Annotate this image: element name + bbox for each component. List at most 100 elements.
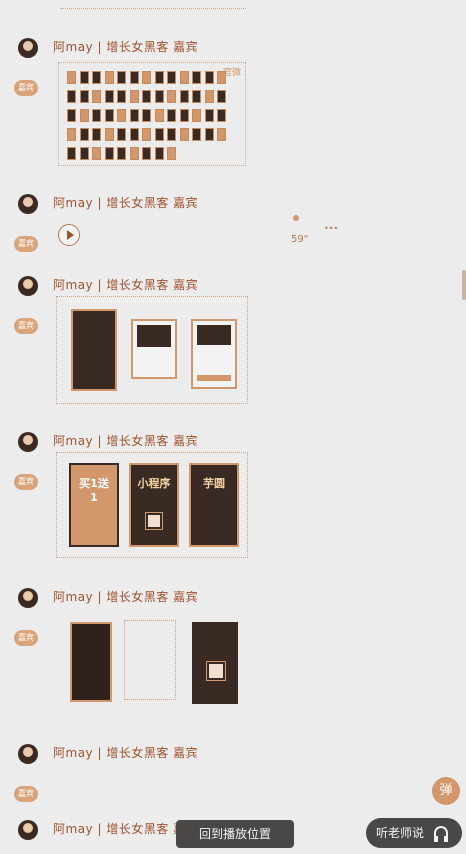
grid-thumbnail[interactable] bbox=[192, 128, 201, 141]
grid-thumbnail[interactable] bbox=[142, 147, 151, 160]
grid-thumbnail[interactable] bbox=[104, 71, 114, 84]
author-name: 阿may | 增长女黑客 嘉宾 bbox=[53, 434, 199, 448]
grid-thumbnail[interactable] bbox=[204, 109, 214, 122]
listen-teacher-button[interactable]: 听老师说 bbox=[366, 818, 462, 848]
grid-thumbnail[interactable] bbox=[129, 90, 139, 103]
grid-thumbnail[interactable] bbox=[167, 109, 176, 122]
image-placeholder[interactable] bbox=[124, 620, 176, 700]
grid-thumbnail[interactable] bbox=[67, 109, 76, 122]
grid-thumbnail[interactable] bbox=[192, 109, 201, 122]
image-thumb[interactable] bbox=[71, 309, 117, 391]
grid-thumbnail[interactable] bbox=[117, 90, 126, 103]
grid-thumbnail[interactable] bbox=[129, 147, 139, 160]
grid-thumbnail[interactable] bbox=[92, 147, 101, 160]
grid-thumbnail[interactable] bbox=[92, 109, 101, 122]
author-name: 阿may | 增长女黑客 嘉宾 bbox=[53, 196, 199, 210]
grid-thumbnail[interactable] bbox=[117, 109, 126, 122]
grid-thumbnail[interactable] bbox=[142, 128, 151, 141]
author-name: 阿may | 增长女黑客 嘉宾 bbox=[53, 590, 199, 604]
avatar[interactable] bbox=[18, 820, 38, 840]
avatar[interactable] bbox=[18, 276, 38, 296]
poster-image[interactable] bbox=[70, 622, 112, 702]
grid-thumbnail[interactable] bbox=[67, 71, 76, 84]
guest-badge: 嘉宾 bbox=[14, 318, 38, 334]
author-name: 阿may | 增长女黑客 嘉宾 bbox=[53, 278, 199, 292]
image-message[interactable] bbox=[56, 296, 248, 404]
scroll-handle[interactable] bbox=[462, 270, 466, 300]
grid-thumbnail[interactable] bbox=[167, 128, 176, 141]
poster-image[interactable] bbox=[192, 622, 238, 704]
grid-thumbnail[interactable] bbox=[92, 71, 101, 84]
grid-thumbnail[interactable] bbox=[167, 71, 176, 84]
poster-image[interactable]: 小程序 bbox=[129, 463, 179, 547]
avatar[interactable] bbox=[18, 744, 38, 764]
image-thumb[interactable] bbox=[131, 319, 177, 379]
back-to-play-button[interactable]: 回到播放位置 bbox=[176, 820, 294, 848]
grid-thumbnail[interactable] bbox=[67, 128, 76, 141]
image-message[interactable]: 买1送1 小程序 芋圆 bbox=[56, 452, 248, 558]
grid-thumbnail[interactable] bbox=[179, 128, 189, 141]
grid-thumbnail[interactable] bbox=[204, 128, 214, 141]
grid-thumbnail[interactable] bbox=[217, 128, 226, 141]
grid-thumbnail[interactable] bbox=[104, 147, 114, 160]
grid-thumbnail[interactable] bbox=[179, 109, 189, 122]
grid-thumbnail[interactable] bbox=[142, 109, 151, 122]
grid-thumbnail[interactable] bbox=[117, 147, 126, 160]
avatar[interactable] bbox=[18, 432, 38, 452]
grid-thumbnail[interactable] bbox=[204, 71, 214, 84]
grid-thumbnail[interactable] bbox=[79, 71, 89, 84]
grid-thumbnail[interactable] bbox=[154, 147, 164, 160]
more-icon[interactable]: ••• bbox=[324, 224, 338, 233]
grid-thumbnail[interactable] bbox=[217, 90, 226, 103]
image-thumb[interactable] bbox=[191, 319, 237, 389]
grid-thumbnail[interactable] bbox=[92, 128, 101, 141]
danmaku-button[interactable]: 弹 bbox=[432, 777, 460, 805]
grid-thumbnail[interactable] bbox=[167, 90, 176, 103]
grid-thumbnail[interactable] bbox=[67, 147, 76, 160]
grid-thumbnail[interactable] bbox=[142, 90, 151, 103]
guest-badge: 嘉宾 bbox=[14, 786, 38, 802]
grid-thumbnail[interactable] bbox=[92, 90, 101, 103]
grid-thumbnail[interactable] bbox=[129, 71, 139, 84]
grid-thumbnail[interactable] bbox=[117, 128, 126, 141]
grid-thumbnail[interactable] bbox=[129, 109, 139, 122]
avatar[interactable] bbox=[18, 38, 38, 58]
grid-thumbnail[interactable] bbox=[179, 90, 189, 103]
author-name: 阿may | 增长女黑客 嘉宾 bbox=[53, 746, 199, 760]
guest-badge: 嘉宾 bbox=[14, 80, 38, 96]
grid-thumbnail[interactable] bbox=[217, 109, 226, 122]
poster-image[interactable]: 芋圆 bbox=[189, 463, 239, 547]
grid-thumbnail[interactable] bbox=[154, 109, 164, 122]
grid-thumbnail[interactable] bbox=[117, 71, 126, 84]
grid-thumbnail[interactable] bbox=[217, 71, 226, 84]
guest-badge: 嘉宾 bbox=[14, 474, 38, 490]
poster-image[interactable]: 买1送1 bbox=[69, 463, 119, 547]
grid-thumbnail[interactable] bbox=[192, 90, 201, 103]
grid-thumbnail[interactable] bbox=[79, 128, 89, 141]
grid-thumbnail[interactable] bbox=[79, 109, 89, 122]
poster-headline: 芋圆 bbox=[203, 477, 225, 490]
grid-thumbnail[interactable] bbox=[167, 147, 176, 160]
grid-thumbnail[interactable] bbox=[67, 90, 76, 103]
grid-thumbnail[interactable] bbox=[154, 90, 164, 103]
grid-thumbnail[interactable] bbox=[129, 128, 139, 141]
grid-thumbnail[interactable] bbox=[154, 128, 164, 141]
grid-thumbnail[interactable] bbox=[104, 109, 114, 122]
listen-teacher-label: 听老师说 bbox=[376, 826, 425, 840]
grid-thumbnail[interactable] bbox=[154, 71, 164, 84]
grid-thumbnail[interactable] bbox=[179, 71, 189, 84]
grid-thumbnail[interactable] bbox=[104, 90, 114, 103]
grid-thumbnail[interactable] bbox=[104, 128, 114, 141]
grid-thumbnail[interactable] bbox=[79, 90, 89, 103]
grid-thumbnail[interactable] bbox=[142, 71, 151, 84]
audio-play-button[interactable] bbox=[58, 224, 80, 246]
grid-thumbnail[interactable] bbox=[79, 147, 89, 160]
avatar[interactable] bbox=[18, 588, 38, 608]
grid-thumbnail[interactable] bbox=[192, 71, 201, 84]
image-grid-message[interactable]: 官微 bbox=[58, 62, 246, 166]
qr-code bbox=[206, 661, 226, 681]
avatar[interactable] bbox=[18, 194, 38, 214]
grid-thumbnail[interactable] bbox=[204, 90, 214, 103]
audio-duration: 59" bbox=[291, 234, 309, 245]
guest-badge: 嘉宾 bbox=[14, 630, 38, 646]
